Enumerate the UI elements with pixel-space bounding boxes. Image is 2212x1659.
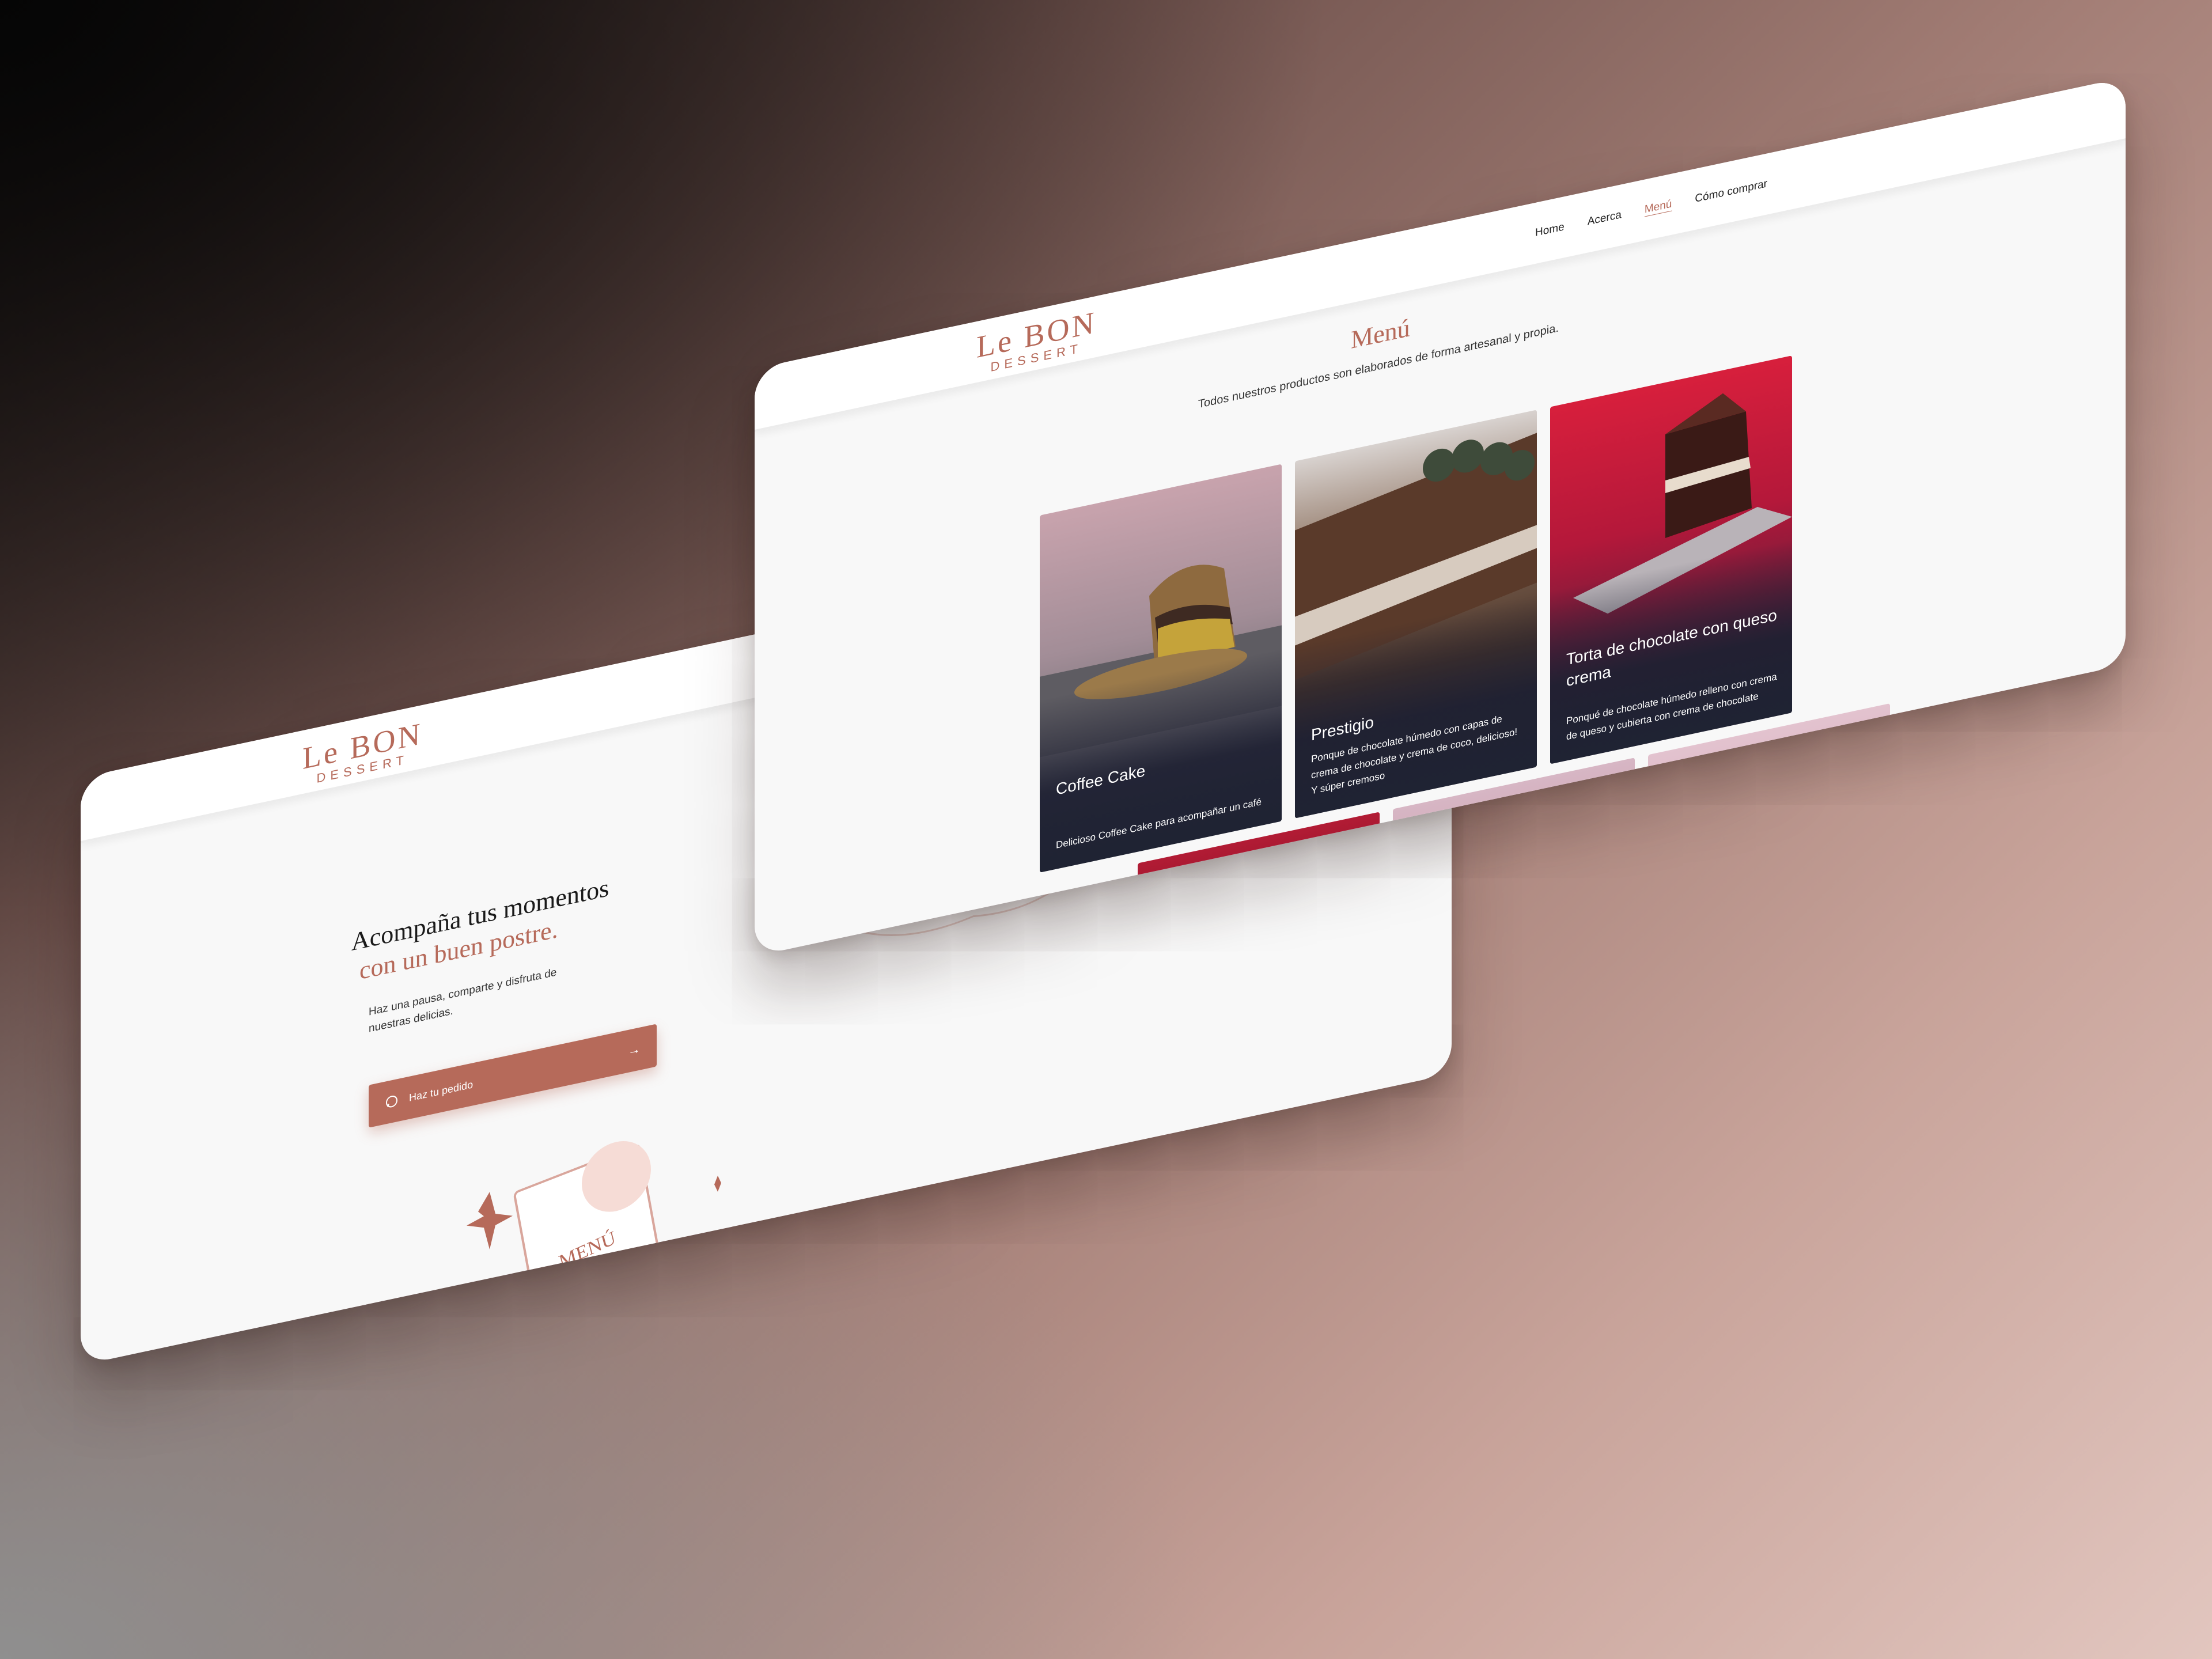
- nav-menu[interactable]: Menú: [1645, 198, 1672, 217]
- order-button-label: Haz tu pedido: [409, 1078, 474, 1104]
- menu-header: Le BON DESSERT Home Acerca Menú Cómo com…: [755, 77, 2126, 433]
- menu-logo[interactable]: Le BON DESSERT: [976, 305, 1096, 377]
- product-card[interactable]: Coffee Cake Delicioso Coffee Cake para a…: [1040, 464, 1282, 873]
- product-card[interactable]: Prestigio Ponque de chocolate húmedo con…: [1295, 410, 1537, 819]
- main-nav: Home Acerca Menú Cómo comprar: [1535, 177, 1767, 240]
- product-card[interactable]: Torta de chocolate con queso crema Ponqu…: [1550, 355, 1792, 764]
- sparkle-icon: [467, 1192, 513, 1250]
- menu-title: Menú: [1351, 313, 1410, 355]
- whatsapp-icon: [386, 1095, 397, 1108]
- home-logo[interactable]: Le BON DESSERT: [302, 716, 422, 788]
- nav-acerca[interactable]: Acerca: [1588, 209, 1622, 229]
- small-sparkle-icon: [714, 1175, 721, 1192]
- order-button[interactable]: Haz tu pedido →: [369, 1024, 657, 1128]
- arrow-right-icon: →: [628, 1041, 641, 1059]
- menu-illustration: MENÚ: [467, 1141, 721, 1308]
- nav-como-comprar[interactable]: Cómo comprar: [1695, 177, 1767, 206]
- nav-home[interactable]: Home: [1535, 221, 1565, 240]
